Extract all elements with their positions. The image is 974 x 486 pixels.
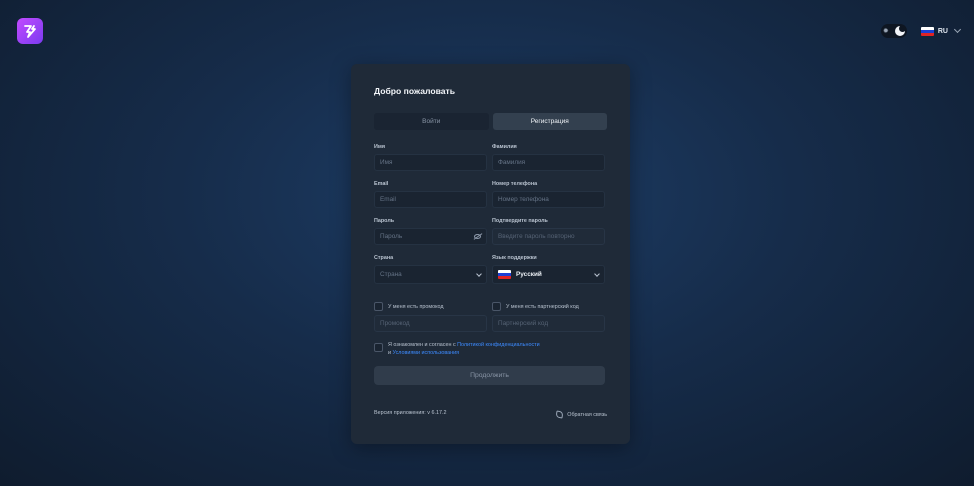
russia-flag-icon <box>920 26 934 36</box>
country-placeholder: Страна <box>380 271 402 278</box>
tab-login[interactable]: Войти <box>374 113 489 130</box>
last-name-field: Фамилия Фамилия <box>492 144 605 181</box>
feedback-link[interactable]: Обратная связь <box>555 410 607 419</box>
top-controls: ✹ RU <box>880 24 962 38</box>
agreement-row: Я ознакомлен и согласен с Политикой конф… <box>374 342 607 357</box>
confirm-password-input[interactable]: Введите пароль повторно <box>492 228 605 245</box>
country-field: Страна Страна <box>374 255 487 297</box>
phone-placeholder: Номер телефона <box>498 196 549 203</box>
partner-placeholder: Партнерский код <box>498 320 549 327</box>
support-language-field: Язык поддержки Русский <box>492 255 605 297</box>
terms-of-use-link[interactable]: Условиями использования <box>393 350 460 356</box>
partner-field: У меня есть партнерский код Партнерский … <box>492 297 605 334</box>
lightning-logo-icon <box>24 25 36 38</box>
phone-icon <box>555 410 564 419</box>
eye-off-icon[interactable] <box>474 234 481 239</box>
partner-checkbox-label: У меня есть партнерский код <box>506 303 579 310</box>
continue-button[interactable]: Продолжить <box>374 366 605 385</box>
promo-checkbox[interactable] <box>374 302 383 311</box>
first-name-label: Имя <box>374 144 386 150</box>
support-language-select[interactable]: Русский <box>492 265 605 284</box>
password-field: Пароль Пароль <box>374 218 487 255</box>
email-input[interactable]: Email <box>374 191 487 208</box>
confirm-password-field: Подтвердите пароль Введите пароль повтор… <box>492 218 605 255</box>
feedback-label: Обратная связь <box>567 411 607 418</box>
registration-card: Добро пожаловать Войти Регистрация Имя И… <box>351 64 630 444</box>
last-name-placeholder: Фамилия <box>498 159 526 166</box>
email-field: Email Email <box>374 181 487 218</box>
phone-label: Номер телефона <box>492 181 538 187</box>
promo-checkbox-label: У меня есть промокод <box>388 303 444 310</box>
first-name-field: Имя Имя <box>374 144 487 181</box>
auth-tabs: Войти Регистрация <box>374 113 607 130</box>
promo-input[interactable]: Промокод <box>374 315 487 332</box>
last-name-label: Фамилия <box>492 144 517 150</box>
theme-toggle[interactable]: ✹ <box>880 24 907 38</box>
privacy-policy-link[interactable]: Политикой конфиденциальности <box>457 342 539 348</box>
country-label: Страна <box>374 255 394 261</box>
chevron-down-icon <box>476 270 482 277</box>
chevron-down-icon <box>594 270 600 277</box>
promo-checkbox-row[interactable]: У меня есть промокод <box>374 300 487 313</box>
partner-input[interactable]: Партнерский код <box>492 315 605 332</box>
password-label: Пароль <box>374 218 395 224</box>
confirm-password-label: Подтвердите пароль <box>492 218 548 224</box>
chevron-down-icon <box>953 25 962 34</box>
password-input[interactable]: Пароль <box>374 228 487 245</box>
language-selector[interactable]: RU <box>920 25 962 36</box>
app-logo[interactable] <box>17 18 43 44</box>
moon-icon <box>894 25 906 36</box>
card-title: Добро пожаловать <box>374 86 456 96</box>
sun-icon: ✹ <box>882 27 889 35</box>
tab-register[interactable]: Регистрация <box>492 113 607 130</box>
partner-checkbox-row[interactable]: У меня есть партнерский код <box>492 300 605 313</box>
card-footer: Версия приложения: v 6.17.2 Обратная свя… <box>374 407 607 419</box>
form-grid: Имя Имя Фамилия Фамилия Email Email Номе… <box>374 144 607 334</box>
password-placeholder: Пароль <box>380 233 403 240</box>
first-name-input[interactable]: Имя <box>374 154 487 171</box>
agreement-checkbox[interactable] <box>374 343 383 352</box>
support-language-value: Русский <box>516 271 542 278</box>
confirm-password-placeholder: Введите пароль повторно <box>498 233 575 240</box>
phone-input[interactable]: Номер телефона <box>492 191 605 208</box>
last-name-input[interactable]: Фамилия <box>492 154 605 171</box>
promo-field: У меня есть промокод Промокод <box>374 297 487 334</box>
country-select[interactable]: Страна <box>374 265 487 284</box>
language-code: RU <box>937 27 948 35</box>
email-placeholder: Email <box>380 196 396 203</box>
agreement-prefix: Я ознакомлен и согласен с <box>388 342 458 348</box>
promo-placeholder: Промокод <box>380 320 410 327</box>
agreement-text: Я ознакомлен и согласен с Политикой конф… <box>388 342 540 357</box>
email-label: Email <box>374 181 389 187</box>
first-name-placeholder: Имя <box>380 159 393 166</box>
app-version: Версия приложения: v 6.17.2 <box>374 409 447 416</box>
support-language-label: Язык поддержки <box>492 255 537 261</box>
phone-field: Номер телефона Номер телефона <box>492 181 605 218</box>
partner-checkbox[interactable] <box>492 302 501 311</box>
russia-flag-icon <box>498 270 511 279</box>
